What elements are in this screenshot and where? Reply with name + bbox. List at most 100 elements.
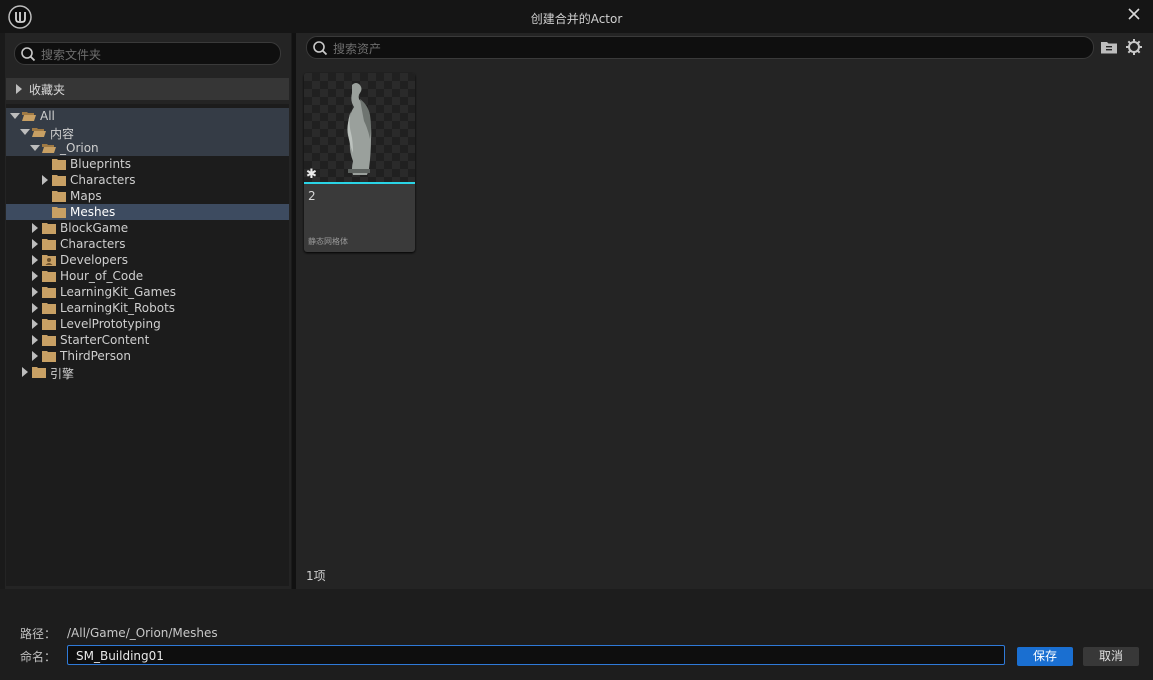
chevron-right-icon — [42, 175, 48, 185]
folder-icon — [42, 223, 56, 234]
tree-item-maps[interactable]: Maps — [6, 188, 289, 204]
chevron-down-icon — [20, 129, 30, 135]
tree-item-label: 引擎 — [50, 367, 75, 381]
tree-item-levelprototyping[interactable]: LevelPrototyping — [6, 316, 289, 332]
chevron-right-icon — [22, 367, 28, 377]
close-button[interactable] — [1121, 3, 1147, 25]
dialog-window: 创建合并的Actor 搜索文件夹 收藏夹 All 内容 _Orion Bluep… — [0, 0, 1153, 680]
folder-tree: All 内容 _Orion Blueprints Characters Maps… — [6, 104, 289, 586]
tree-item-label: Developers — [60, 253, 128, 267]
asset-type-color-bar — [304, 182, 415, 184]
folder-open-icon — [32, 128, 46, 137]
chevron-right-icon — [32, 223, 38, 233]
folder-icon — [52, 175, 66, 186]
folder-icon — [42, 319, 56, 330]
chevron-right-icon — [32, 255, 38, 265]
search-icon — [21, 47, 36, 62]
tree-item-blueprints[interactable]: Blueprints — [6, 156, 289, 172]
title-bar: 创建合并的Actor — [0, 0, 1153, 33]
folder-settings-icon — [1101, 42, 1117, 54]
asset-tile[interactable]: ✱ 2 静态网格体 — [304, 73, 415, 252]
favorites-label: 收藏夹 — [29, 83, 66, 97]
chevron-down-icon — [10, 113, 20, 119]
folder-search-placeholder: 搜索文件夹 — [41, 48, 102, 62]
cancel-button[interactable]: 取消 — [1083, 647, 1139, 666]
tree-item-developers[interactable]: Developers — [6, 252, 289, 268]
chevron-right-icon — [32, 271, 38, 281]
chevron-right-icon — [32, 335, 38, 345]
tree-item-label: Hour_of_Code — [60, 269, 144, 283]
folder-icon — [42, 287, 56, 298]
tree-item-label: LevelPrototyping — [60, 317, 161, 331]
statue-mesh-preview — [347, 83, 372, 175]
tree-item-label: BlockGame — [60, 221, 129, 235]
tree-item-label: StarterContent — [60, 333, 150, 347]
tree-item-startercontent[interactable]: StarterContent — [6, 332, 289, 348]
name-label: 命名： — [20, 650, 57, 664]
asset-thumbnail — [304, 73, 415, 182]
tree-item-engine[interactable]: 引擎 — [6, 364, 289, 381]
footer-bar: 路径： /All/Game/_Orion/Meshes 命名： SM_Build… — [0, 589, 1153, 680]
tree-item-learningkit-robots[interactable]: LearningKit_Robots — [6, 300, 289, 316]
asset-search-input[interactable]: 搜索资产 — [306, 36, 1094, 59]
folder-icon — [52, 159, 66, 170]
chevron-right-icon — [32, 351, 38, 361]
tree-item-all[interactable]: All — [6, 108, 289, 124]
tree-item-meshes[interactable]: Meshes — [6, 204, 289, 220]
save-button[interactable]: 保存 — [1017, 647, 1073, 666]
tree-item-learningkit-games[interactable]: LearningKit_Games — [6, 284, 289, 300]
tree-item-label: Blueprints — [70, 157, 132, 171]
tree-item-label: Meshes — [70, 205, 116, 219]
chevron-right-icon — [32, 287, 38, 297]
folder-icon — [42, 351, 56, 362]
tree-item-label: LearningKit_Games — [60, 285, 176, 299]
settings-button[interactable] — [1125, 38, 1143, 56]
tree-item-label: ThirdPerson — [60, 349, 131, 363]
tree-item-label: _Orion — [60, 141, 99, 155]
folder-icon — [42, 335, 56, 346]
folder-search-input[interactable]: 搜索文件夹 — [14, 42, 281, 65]
tree-item-characters[interactable]: Characters — [6, 236, 289, 252]
tree-item-content[interactable]: 内容 — [6, 124, 289, 141]
folder-icon — [32, 367, 46, 378]
tree-item-blockgame[interactable]: BlockGame — [6, 220, 289, 236]
modified-star-icon: ✱ — [306, 167, 317, 182]
tree-item-hour-of-code[interactable]: Hour_of_Code — [6, 268, 289, 284]
asset-name: 2 — [308, 189, 316, 203]
folder-view-button[interactable] — [1100, 38, 1118, 56]
tree-item-label: Maps — [70, 189, 102, 203]
tree-item-label: LearningKit_Robots — [60, 301, 176, 315]
asset-search-placeholder: 搜索资产 — [333, 42, 382, 56]
folder-open-icon — [22, 112, 36, 121]
folder-panel: 搜索文件夹 收藏夹 All 内容 _Orion Blueprints Chara… — [5, 33, 291, 589]
chevron-right-icon — [32, 319, 38, 329]
developer-folder-icon — [42, 255, 56, 266]
tree-item-orion[interactable]: _Orion — [6, 140, 289, 156]
chevron-right-icon — [16, 84, 22, 94]
chevron-right-icon — [32, 239, 38, 249]
asset-type: 静态网格体 — [308, 237, 348, 246]
folder-icon — [42, 271, 56, 282]
chevron-right-icon — [32, 303, 38, 313]
tree-item-label: Characters — [60, 237, 126, 251]
asset-panel: 搜索资产 ✱ 2 静态网格体 1项 — [296, 33, 1153, 589]
path-label: 路径： — [20, 627, 57, 641]
close-icon — [1128, 8, 1140, 20]
item-count: 1项 — [306, 569, 326, 583]
tree-item-label: Characters — [70, 173, 136, 187]
tree-item-thirdperson[interactable]: ThirdPerson — [6, 348, 289, 364]
asset-name-field[interactable]: SM_Building01 — [67, 645, 1005, 665]
tree-item-label: All — [40, 109, 55, 123]
search-icon — [313, 41, 328, 56]
tree-item-orion-characters[interactable]: Characters — [6, 172, 289, 188]
window-title: 创建合并的Actor — [530, 12, 623, 26]
chevron-down-icon — [30, 145, 40, 151]
gear-icon — [1126, 39, 1142, 55]
folder-icon — [52, 207, 66, 218]
path-value: /All/Game/_Orion/Meshes — [67, 626, 218, 640]
folder-icon — [52, 191, 66, 202]
favorites-header[interactable]: 收藏夹 — [6, 78, 289, 100]
folder-icon — [42, 239, 56, 250]
folder-icon — [42, 303, 56, 314]
folder-open-icon — [42, 144, 56, 153]
